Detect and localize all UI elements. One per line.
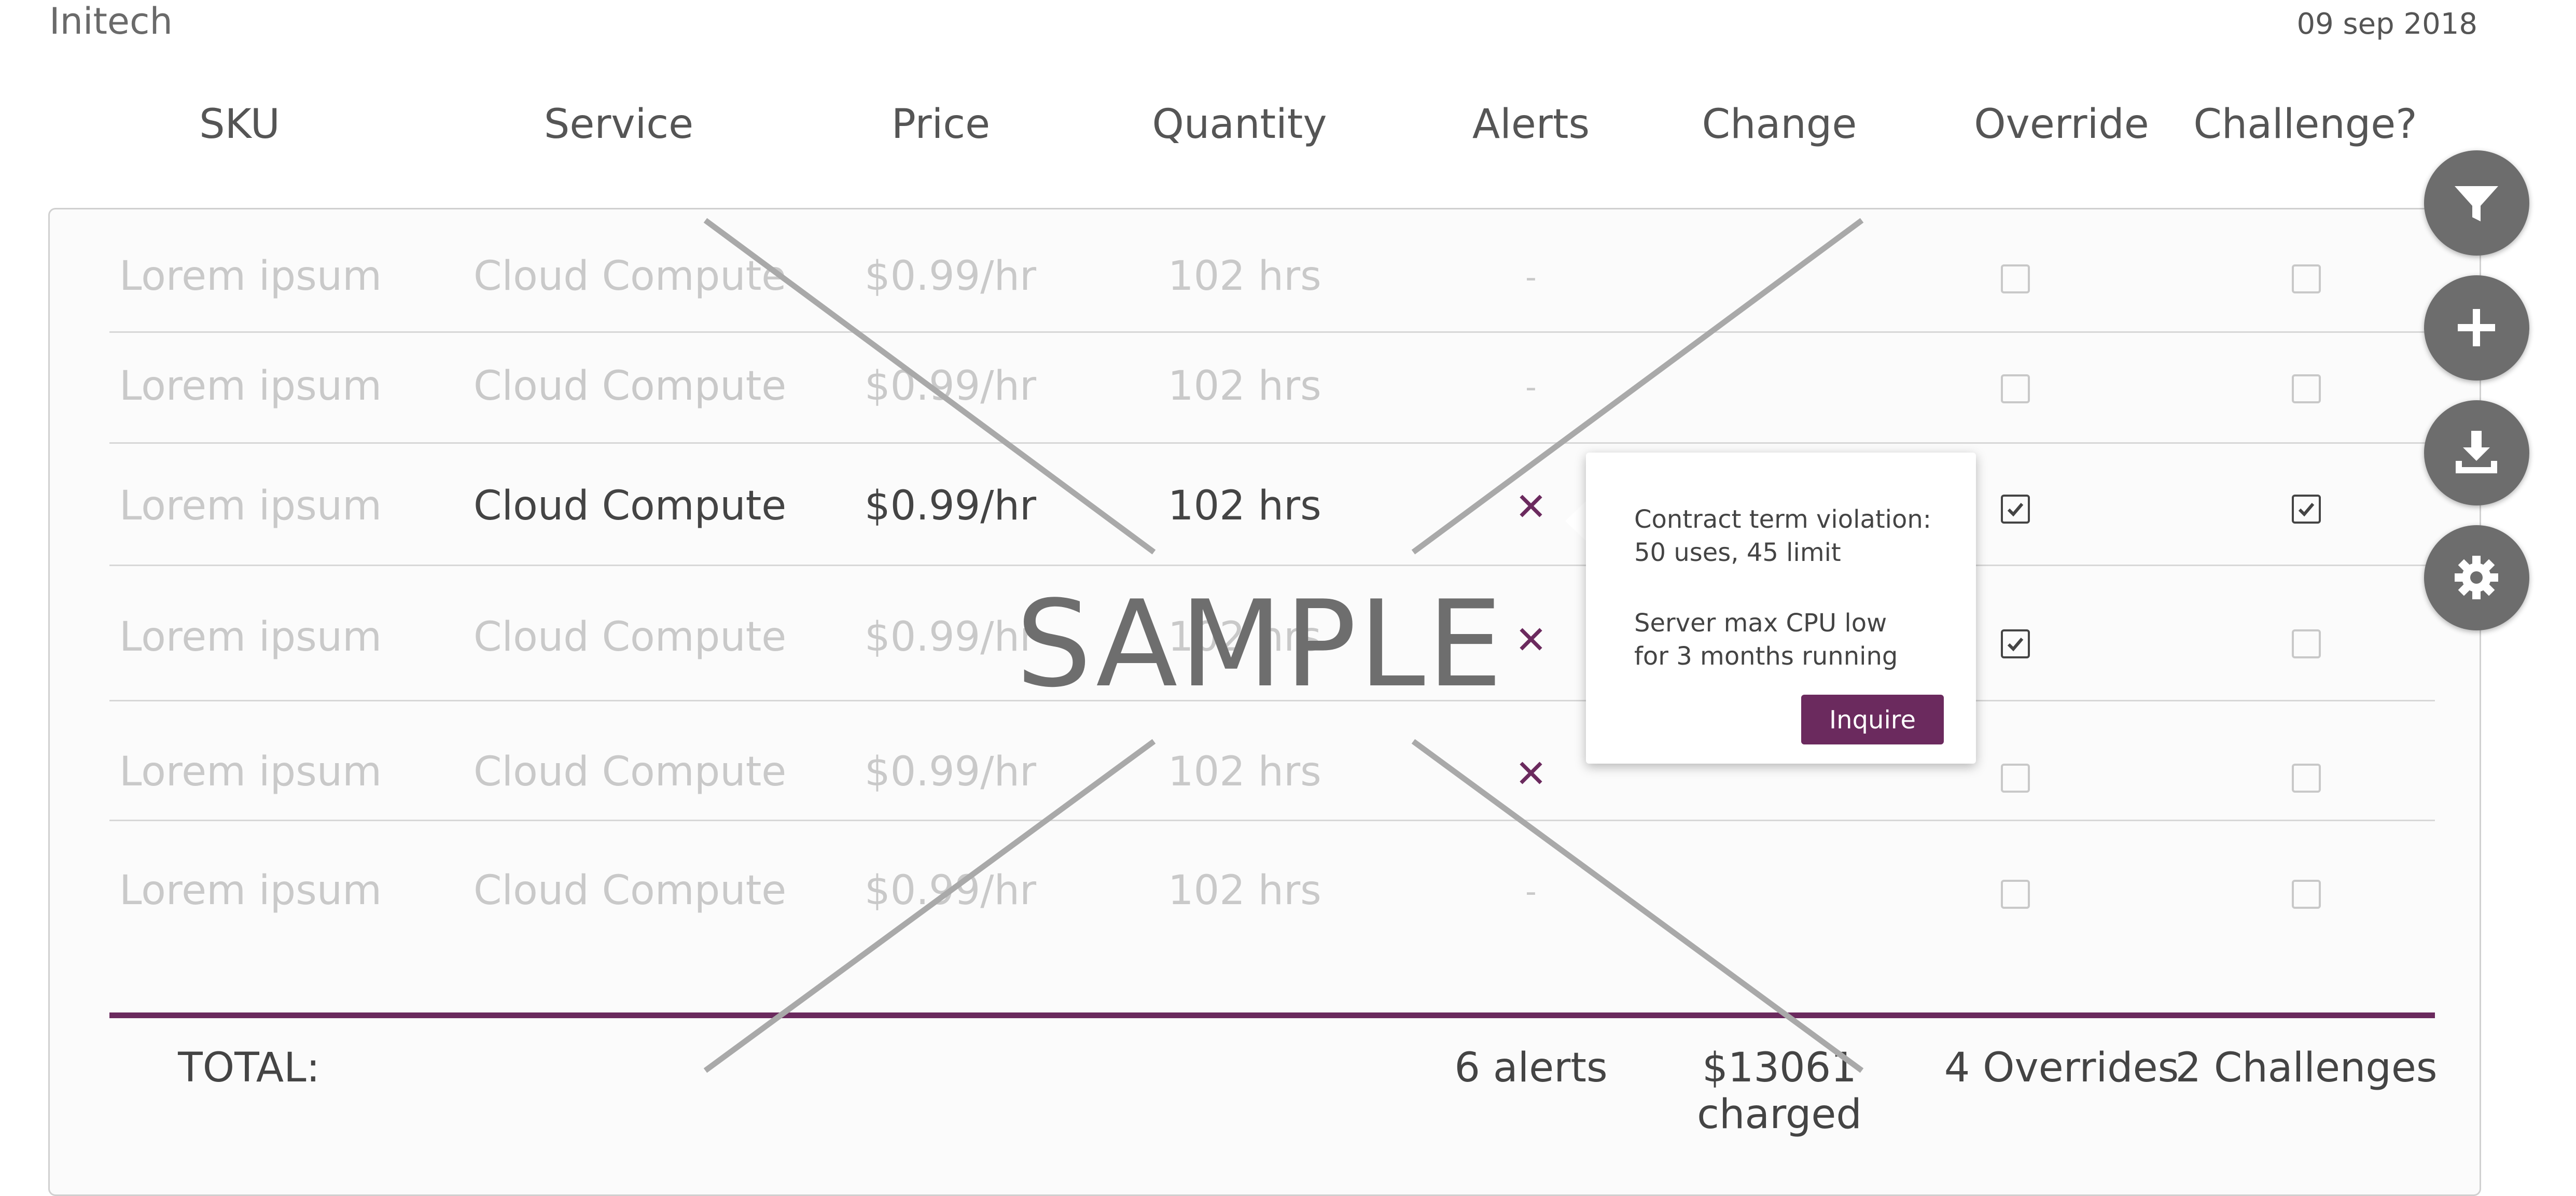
cell-price: $0.99/hr	[865, 483, 1037, 529]
cell-sku: Lorem ipsum	[119, 614, 382, 660]
check-icon	[2007, 503, 2024, 517]
override-checkbox[interactable]	[2001, 374, 2030, 403]
cell-quantity: 102 hrs	[1168, 363, 1321, 410]
alert-x-icon[interactable]: ✕	[1515, 485, 1547, 529]
cell-quantity: 102 hrs	[1168, 253, 1321, 300]
tooltip-arrow	[1565, 500, 1587, 542]
totals-divider	[109, 1012, 2435, 1018]
column-header-alerts[interactable]: Alerts	[1472, 101, 1590, 148]
plus-icon	[2458, 309, 2495, 346]
cell-sku: Lorem ipsum	[119, 253, 382, 300]
gear-icon	[2455, 556, 2498, 599]
challenge-checkbox[interactable]	[2292, 495, 2321, 524]
cell-service: Cloud Compute	[474, 253, 787, 300]
alert-x-icon[interactable]: ✕	[1515, 752, 1547, 796]
column-header-change[interactable]: Change	[1702, 101, 1857, 148]
tooltip-line: Server max CPU low	[1634, 609, 1887, 638]
tooltip-line: for 3 months running	[1634, 642, 1898, 671]
settings-button[interactable]	[2424, 525, 2529, 630]
filter-button[interactable]	[2424, 150, 2529, 256]
column-header-sku[interactable]: SKU	[199, 101, 280, 148]
cell-service: Cloud Compute	[474, 483, 787, 529]
column-header-challenge[interactable]: Challenge?	[2193, 101, 2417, 148]
cell-service: Cloud Compute	[474, 363, 787, 410]
cell-quantity: 102 hrs	[1168, 749, 1321, 795]
row-divider	[109, 331, 2435, 333]
filter-icon	[2455, 186, 2498, 221]
cell-sku: Lorem ipsum	[119, 749, 382, 795]
add-button[interactable]	[2424, 275, 2529, 381]
challenge-checkbox[interactable]	[2292, 880, 2321, 909]
check-icon	[2298, 503, 2315, 517]
cell-service: Cloud Compute	[474, 749, 787, 795]
cell-service: Cloud Compute	[474, 614, 787, 660]
totals-label: TOTAL:	[178, 1045, 320, 1091]
totals-change-amount: $13061	[1702, 1045, 1857, 1091]
cell-alert: -	[1525, 259, 1537, 296]
row-divider	[109, 820, 2435, 821]
column-header-price[interactable]: Price	[892, 101, 990, 148]
cell-price: $0.99/hr	[865, 253, 1037, 300]
column-header-service[interactable]: Service	[544, 101, 693, 148]
cell-price: $0.99/hr	[865, 363, 1037, 410]
cell-price: $0.99/hr	[865, 867, 1037, 914]
tooltip-line: Contract term violation:	[1634, 505, 1931, 534]
override-checkbox[interactable]	[2001, 880, 2030, 909]
row-divider	[109, 442, 2435, 444]
cell-alert: -	[1525, 369, 1537, 405]
column-header-quantity[interactable]: Quantity	[1152, 101, 1327, 148]
cell-quantity: 102 hrs	[1168, 483, 1321, 529]
inquire-button[interactable]: Inquire	[1801, 695, 1944, 744]
alert-x-icon[interactable]: ✕	[1515, 618, 1547, 663]
challenge-checkbox[interactable]	[2292, 374, 2321, 403]
cell-price: $0.99/hr	[865, 614, 1037, 660]
cell-price: $0.99/hr	[865, 749, 1037, 795]
company-name: Initech	[49, 0, 173, 43]
report-date: 09 sep 2018	[2296, 7, 2477, 41]
totals-challenges: 2 Challenges	[2175, 1045, 2438, 1091]
totals-change: $13061 charged	[1697, 1045, 1862, 1138]
download-icon	[2456, 431, 2497, 473]
override-checkbox[interactable]	[2001, 495, 2030, 524]
override-checkbox[interactable]	[2001, 629, 2030, 658]
row-divider	[109, 565, 2435, 566]
override-checkbox[interactable]	[2001, 264, 2030, 293]
override-checkbox[interactable]	[2001, 764, 2030, 793]
cell-service: Cloud Compute	[474, 867, 787, 914]
totals-alerts: 6 alerts	[1454, 1045, 1608, 1091]
download-button[interactable]	[2424, 400, 2529, 505]
cell-quantity: 102 hrs	[1168, 867, 1321, 914]
sample-watermark-text: SAMPLE	[1015, 575, 1505, 714]
challenge-checkbox[interactable]	[2292, 629, 2321, 658]
cell-sku: Lorem ipsum	[119, 867, 382, 914]
check-icon	[2007, 638, 2024, 652]
alert-tooltip: Contract term violation: 50 uses, 45 lim…	[1586, 453, 1976, 764]
challenge-checkbox[interactable]	[2292, 764, 2321, 793]
cell-sku: Lorem ipsum	[119, 483, 382, 529]
cell-sku: Lorem ipsum	[119, 363, 382, 410]
tooltip-line: 50 uses, 45 limit	[1634, 538, 1841, 567]
column-header-override[interactable]: Override	[1974, 101, 2149, 148]
challenge-checkbox[interactable]	[2292, 264, 2321, 293]
totals-overrides: 4 Overrides	[1944, 1045, 2179, 1091]
totals-change-label: charged	[1697, 1091, 1862, 1138]
cell-alert: -	[1525, 874, 1537, 910]
